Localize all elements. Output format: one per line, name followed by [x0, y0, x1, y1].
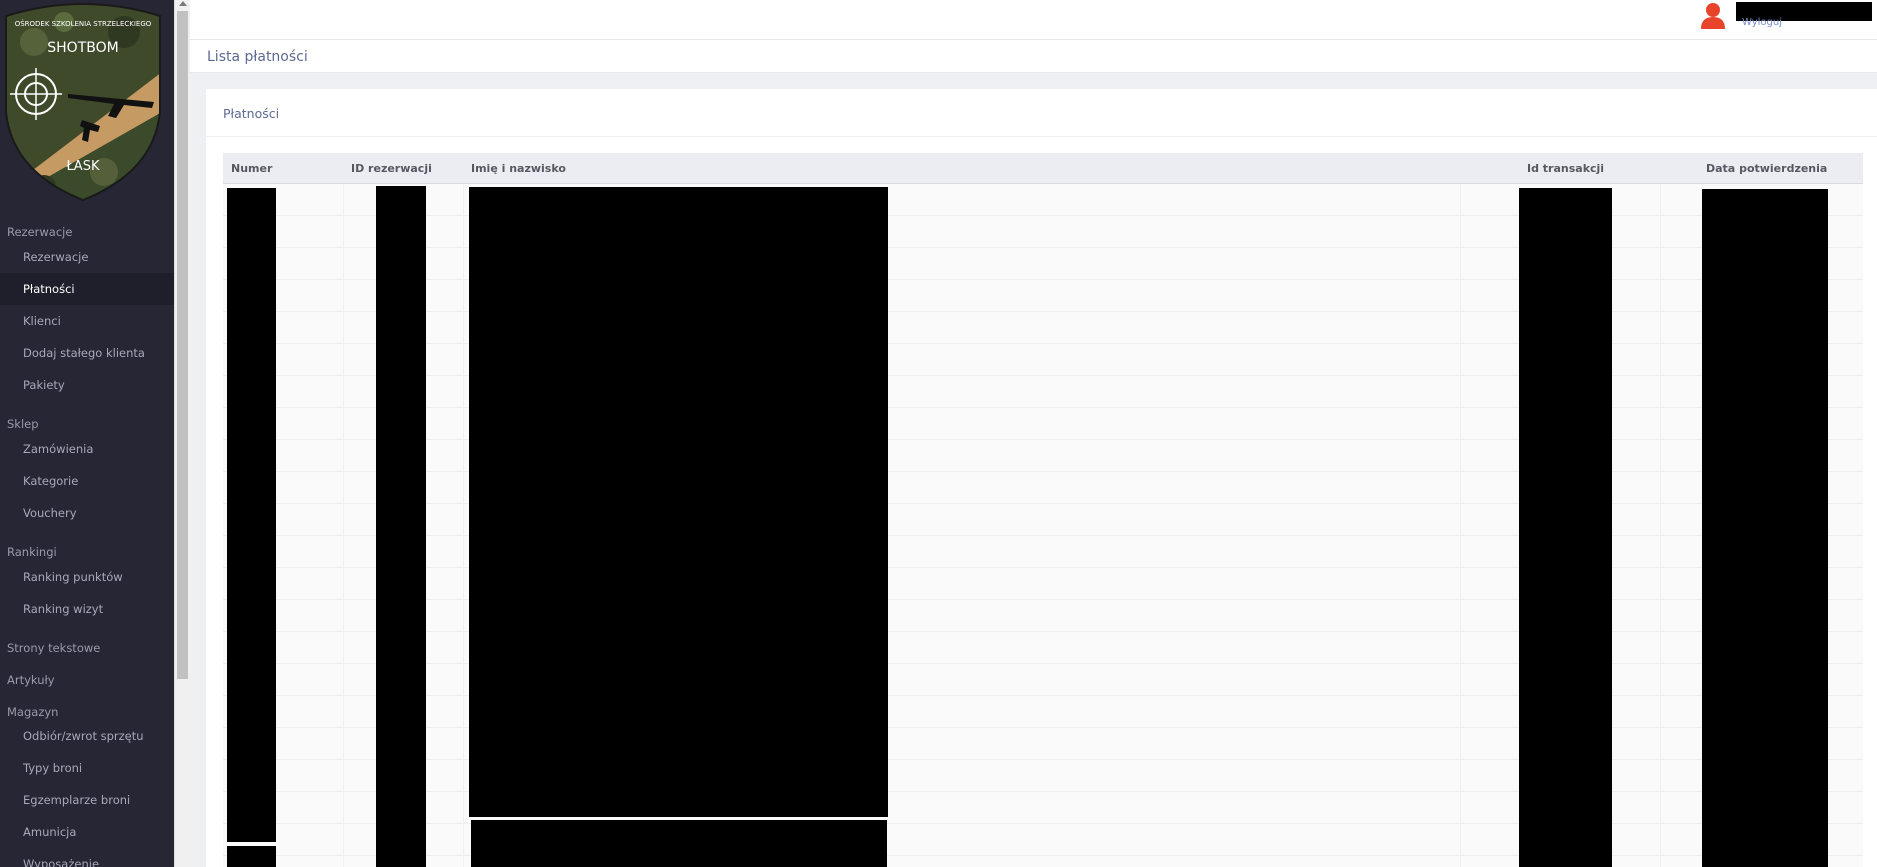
redacted-name-column — [471, 820, 887, 867]
topbar — [190, 0, 1877, 40]
nav-group-magazyn: Magazyn — [7, 705, 59, 719]
sidebar-item-kategorie[interactable]: Kategorie — [0, 465, 174, 497]
nav-group-artykuly[interactable]: Artykuły — [7, 673, 55, 687]
subheader: Lista płatności — [190, 40, 1877, 73]
table-row[interactable] — [223, 856, 1863, 867]
redacted-numer-column — [227, 846, 276, 867]
sidebar: OŚRODEK SZKOLENIA STRZELECKIEGO SHOTBOM … — [0, 0, 174, 867]
table-row[interactable] — [223, 824, 1863, 856]
svg-text:SHOTBOM: SHOTBOM — [47, 40, 118, 56]
sidebar-item-zamowienia[interactable]: Zamówienia — [0, 433, 174, 465]
shotbom-logo[interactable]: OŚRODEK SZKOLENIA STRZELECKIEGO SHOTBOM … — [4, 2, 162, 202]
redacted-date-column — [1702, 189, 1828, 867]
sidebar-item-klienci[interactable]: Klienci — [0, 305, 174, 337]
sidebar-item-amunicja[interactable]: Amunicja — [0, 816, 174, 848]
user-icon[interactable] — [1700, 2, 1726, 30]
sidebar-item-egzemplarze-broni[interactable]: Egzemplarze broni — [0, 784, 174, 816]
sidebar-item-dodaj-stalego-klienta[interactable]: Dodaj stałego klienta — [0, 337, 174, 369]
sidebar-item-platnosci[interactable]: Płatności — [0, 273, 174, 305]
svg-text:OŚRODEK SZKOLENIA STRZELECKIEG: OŚRODEK SZKOLENIA STRZELECKIEGO — [15, 19, 152, 28]
payments-card: Płatności Numer ID rezerwacji Imię i naz… — [206, 89, 1877, 867]
card-header: Płatności — [206, 89, 1877, 137]
sidebar-item-ranking-wizyt[interactable]: Ranking wizyt — [0, 593, 174, 625]
column-header-id-rezerwacji[interactable]: ID rezerwacji — [351, 162, 432, 175]
scrollbar-thumb[interactable] — [177, 11, 188, 679]
column-header-imie-nazwisko[interactable]: Imię i nazwisko — [471, 162, 566, 175]
nav-group-rezerwacje: Rezerwacje — [7, 225, 73, 239]
logout-link[interactable]: Wyloguj — [1742, 17, 1782, 28]
card-title: Płatności — [223, 106, 280, 121]
sidebar-item-vouchery[interactable]: Vouchery — [0, 497, 174, 529]
sidebar-item-rezerwacje[interactable]: Rezerwacje — [0, 241, 174, 273]
table-header: Numer ID rezerwacji Imię i nazwisko Id t… — [223, 153, 1863, 184]
page-title: Lista płatności — [207, 49, 308, 65]
column-separator — [343, 184, 344, 867]
sidebar-scrollbar[interactable] — [174, 0, 190, 867]
nav-group-sklep: Sklep — [7, 417, 39, 431]
sidebar-item-typy-broni[interactable]: Typy broni — [0, 752, 174, 784]
scroll-up-arrow-icon[interactable] — [179, 1, 187, 6]
redacted-name-column — [469, 187, 888, 817]
redacted-numer-column — [227, 188, 276, 842]
sidebar-item-odbior-zwrot[interactable]: Odbiór/zwrot sprzętu — [0, 720, 174, 752]
sidebar-item-pakiety[interactable]: Pakiety — [0, 369, 174, 401]
nav-group-rankingi: Rankingi — [7, 545, 57, 559]
nav-group-strony-tekstowe[interactable]: Strony tekstowe — [7, 641, 100, 655]
svg-text:ŁASK: ŁASK — [66, 159, 100, 174]
column-header-numer[interactable]: Numer — [231, 162, 272, 175]
column-separator — [1660, 184, 1661, 867]
column-header-data-potwierdzenia[interactable]: Data potwierdzenia — [1706, 162, 1827, 175]
column-header-id-transakcji[interactable]: Id transakcji — [1527, 162, 1604, 175]
sidebar-item-wyposazenie[interactable]: Wyposażenie — [0, 848, 174, 867]
column-separator — [1460, 184, 1461, 867]
sidebar-item-ranking-punktow[interactable]: Ranking punktów — [0, 561, 174, 593]
redacted-id-rezerwacji-column — [376, 186, 426, 867]
redacted-transaction-column — [1519, 188, 1612, 867]
column-separator — [463, 184, 464, 867]
